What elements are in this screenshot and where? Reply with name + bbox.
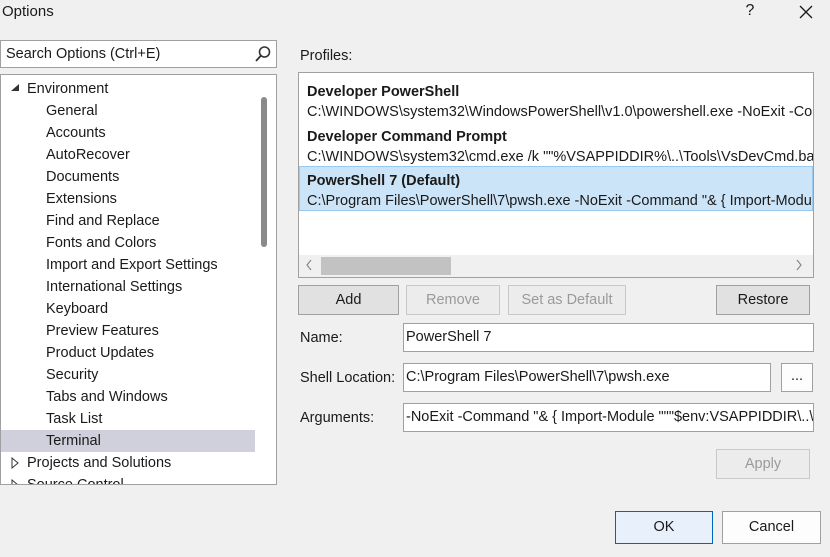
shell-location-label: Shell Location: xyxy=(300,370,396,386)
tree-item-security[interactable]: Security xyxy=(1,364,255,386)
tree-item-label: Security xyxy=(46,367,99,383)
name-label: Name: xyxy=(300,330,343,346)
profile-command: C:\Program Files\PowerShell\7\pwsh.exe -… xyxy=(307,193,813,209)
window-title: Options xyxy=(2,3,54,20)
collapsed-arrow-icon[interactable] xyxy=(10,457,20,469)
arguments-field[interactable]: -NoExit -Command "& { Import-Module """$… xyxy=(403,403,814,432)
tree-item-projects-and-solutions[interactable]: Projects and Solutions xyxy=(1,452,255,474)
set-as-default-button[interactable]: Set as Default xyxy=(508,285,626,315)
profile-command: C:\WINDOWS\system32\cmd.exe /k ""%VSAPPI… xyxy=(307,149,813,165)
tree-item-label: Accounts xyxy=(46,125,106,141)
tree-item-label: Documents xyxy=(46,169,120,185)
close-icon xyxy=(799,5,813,19)
tree-item-label: Extensions xyxy=(46,191,117,207)
tree-item-terminal[interactable]: Terminal xyxy=(1,430,255,452)
tree-item-label: Source Control xyxy=(27,477,124,485)
tree-item-label: General xyxy=(46,103,98,119)
profiles-label: Profiles: xyxy=(300,48,353,64)
tree-item-import-export[interactable]: Import and Export Settings xyxy=(1,254,255,276)
tree-item-autorecover[interactable]: AutoRecover xyxy=(1,144,255,166)
tree-item-label: Terminal xyxy=(46,433,101,449)
tree-item-label: Task List xyxy=(46,411,103,427)
tree-item-label: Projects and Solutions xyxy=(27,455,172,471)
tree-item-environment[interactable]: Environment xyxy=(1,78,255,100)
scroll-left-icon[interactable] xyxy=(305,259,313,271)
profile-name: PowerShell 7 (Default) xyxy=(307,173,461,189)
tree-item-keyboard[interactable]: Keyboard xyxy=(1,298,255,320)
tree-item-source-control[interactable]: Source Control xyxy=(1,474,255,485)
tree-item-fonts-and-colors[interactable]: Fonts and Colors xyxy=(1,232,255,254)
tree-item-label: Preview Features xyxy=(46,323,159,339)
profile-command: C:\WINDOWS\system32\WindowsPowerShell\v1… xyxy=(307,104,813,120)
name-field[interactable]: PowerShell 7 xyxy=(403,323,814,352)
tree-scrollbar-thumb[interactable] xyxy=(261,97,267,247)
tree-item-label: International Settings xyxy=(46,279,183,295)
tree-item-find-and-replace[interactable]: Find and Replace xyxy=(1,210,255,232)
arguments-label: Arguments: xyxy=(300,410,375,426)
ok-button[interactable]: OK xyxy=(615,511,713,544)
search-icon[interactable] xyxy=(254,45,272,63)
profile-name: Developer Command Prompt xyxy=(307,129,507,145)
cancel-button[interactable]: Cancel xyxy=(722,511,821,544)
tree-item-label: AutoRecover xyxy=(46,147,130,163)
tree-item-international[interactable]: International Settings xyxy=(1,276,255,298)
scrollbar-thumb[interactable] xyxy=(321,257,451,275)
profiles-horizontal-scrollbar[interactable] xyxy=(299,255,813,277)
search-options-input[interactable]: Search Options (Ctrl+E) xyxy=(0,40,277,68)
close-button[interactable] xyxy=(793,0,819,26)
collapsed-arrow-icon[interactable] xyxy=(10,479,20,485)
tree-item-documents[interactable]: Documents xyxy=(1,166,255,188)
title-bar: Options ? xyxy=(0,0,830,30)
apply-button[interactable]: Apply xyxy=(716,449,810,479)
tree-item-tabs-and-windows[interactable]: Tabs and Windows xyxy=(1,386,255,408)
profile-name: Developer PowerShell xyxy=(307,84,460,100)
profile-item-developer-powershell[interactable]: Developer PowerShell C:\WINDOWS\system32… xyxy=(299,77,813,122)
tree-item-label: Product Updates xyxy=(46,345,155,361)
tree-item-label: Tabs and Windows xyxy=(46,389,168,405)
add-button[interactable]: Add xyxy=(298,285,399,315)
tree-item-extensions[interactable]: Extensions xyxy=(1,188,255,210)
help-button[interactable]: ? xyxy=(740,2,760,20)
tree-item-label: Import and Export Settings xyxy=(46,257,218,273)
browse-button[interactable]: ... xyxy=(781,363,813,392)
tree-item-label: Fonts and Colors xyxy=(46,235,157,251)
tree-item-product-updates[interactable]: Product Updates xyxy=(1,342,255,364)
tree-item-label: Environment xyxy=(27,81,109,97)
profile-item-powershell-7[interactable]: PowerShell 7 (Default) C:\Program Files\… xyxy=(299,166,813,211)
profile-item-developer-command-prompt[interactable]: Developer Command Prompt C:\WINDOWS\syst… xyxy=(299,122,813,167)
tree-item-label: Find and Replace xyxy=(46,213,160,229)
options-tree[interactable]: Environment General Accounts AutoRecover… xyxy=(0,74,277,485)
tree-item-accounts[interactable]: Accounts xyxy=(1,122,255,144)
remove-button[interactable]: Remove xyxy=(406,285,500,315)
tree-item-label: Keyboard xyxy=(46,301,109,317)
restore-button[interactable]: Restore xyxy=(716,285,810,315)
profiles-list[interactable]: Developer PowerShell C:\WINDOWS\system32… xyxy=(298,72,814,278)
search-placeholder: Search Options (Ctrl+E) xyxy=(6,46,161,62)
tree-item-task-list[interactable]: Task List xyxy=(1,408,255,430)
shell-location-field[interactable]: C:\Program Files\PowerShell\7\pwsh.exe xyxy=(403,363,771,392)
tree-item-general[interactable]: General xyxy=(1,100,255,122)
tree-item-preview-features[interactable]: Preview Features xyxy=(1,320,255,342)
expanded-arrow-icon[interactable] xyxy=(10,83,20,93)
scroll-right-icon[interactable] xyxy=(795,259,803,271)
